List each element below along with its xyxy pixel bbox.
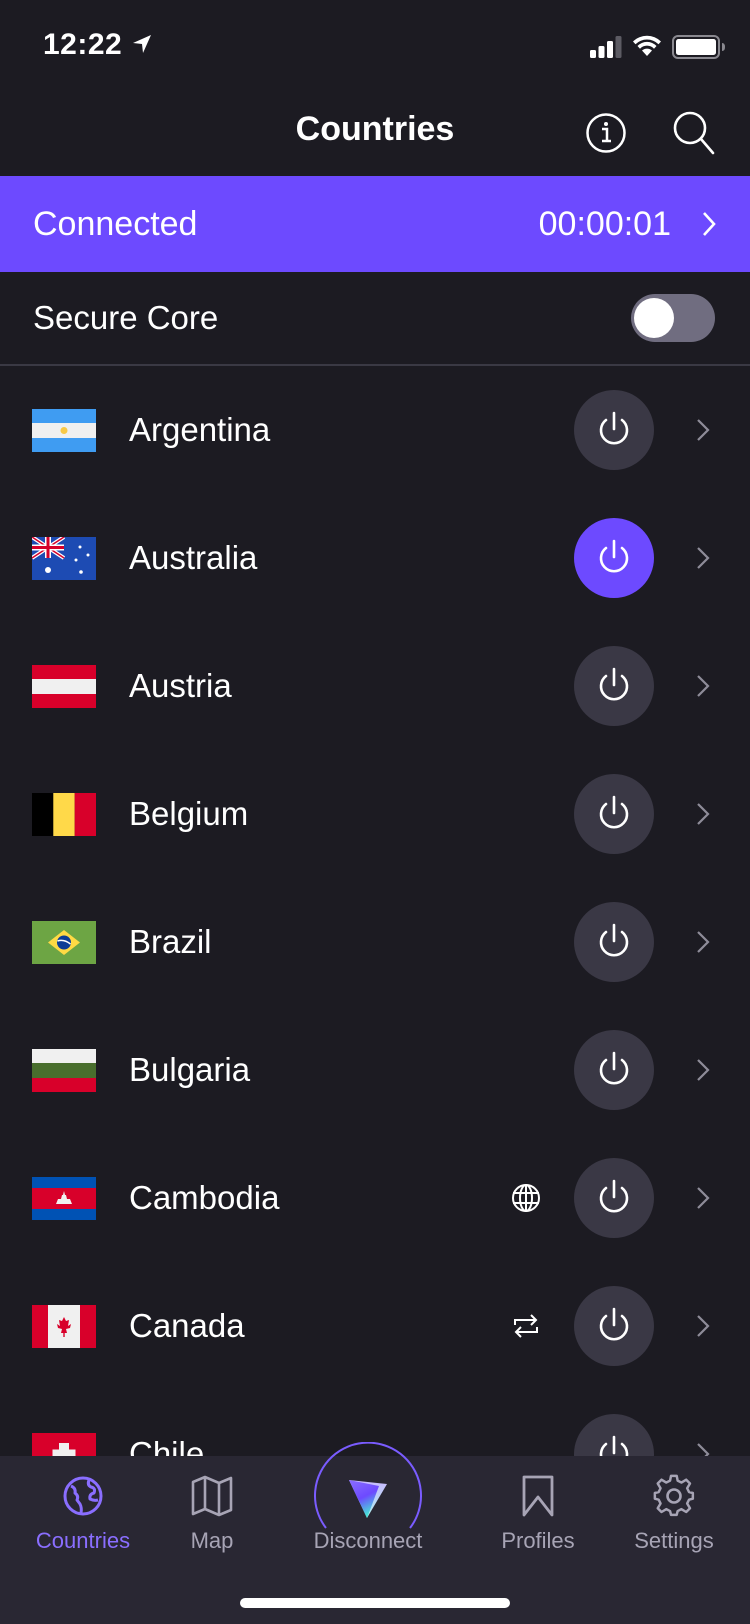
flag-argentina-icon bbox=[32, 408, 96, 452]
connect-button[interactable] bbox=[574, 902, 654, 982]
page-title: Countries bbox=[295, 110, 455, 148]
country-row-cambodia[interactable]: Cambodia bbox=[0, 1134, 750, 1262]
connect-button[interactable] bbox=[574, 1414, 654, 1456]
bookmark-icon bbox=[522, 1475, 554, 1517]
battery-icon bbox=[672, 35, 725, 59]
status-time: 12:22 bbox=[43, 28, 123, 61]
country-name: Cambodia bbox=[129, 1179, 280, 1216]
country-row-argentina[interactable]: Argentina bbox=[0, 366, 750, 494]
secure-core-label: Secure Core bbox=[33, 299, 219, 336]
tab-settings[interactable]: Settings bbox=[604, 1456, 744, 1566]
chevron-right-icon[interactable] bbox=[696, 1314, 710, 1338]
chevron-right-icon[interactable] bbox=[696, 930, 710, 954]
flag-brazil-icon bbox=[32, 920, 96, 964]
power-icon bbox=[599, 923, 629, 957]
secure-core-toggle[interactable] bbox=[631, 294, 715, 342]
chevron-right-icon[interactable] bbox=[696, 546, 710, 570]
chevron-right-icon[interactable] bbox=[696, 1442, 710, 1456]
chevron-right-icon[interactable] bbox=[696, 1186, 710, 1210]
flag-austria-icon bbox=[32, 664, 96, 708]
home-indicator bbox=[240, 1598, 510, 1608]
country-name: Belgium bbox=[129, 795, 249, 832]
search-icon[interactable] bbox=[672, 110, 716, 156]
connect-button[interactable] bbox=[574, 774, 654, 854]
power-icon bbox=[599, 1179, 629, 1213]
flag-australia-icon bbox=[32, 536, 96, 580]
p2p-arrows-icon bbox=[514, 1314, 538, 1338]
map-icon bbox=[191, 1475, 233, 1517]
connection-duration: 00:00:01 bbox=[538, 204, 671, 243]
tab-disconnect[interactable]: Disconnect bbox=[298, 1456, 438, 1566]
connect-button[interactable] bbox=[574, 646, 654, 726]
tab-map[interactable]: Map bbox=[142, 1456, 282, 1566]
chevron-right-icon bbox=[703, 212, 716, 236]
connect-button[interactable] bbox=[574, 1158, 654, 1238]
secure-core-row: Secure Core bbox=[0, 272, 750, 366]
power-icon bbox=[599, 539, 629, 573]
country-row-brazil[interactable]: Brazil bbox=[0, 878, 750, 1006]
country-list[interactable]: Argentina Australia Austria Belgium Brazil Bu… bbox=[0, 366, 750, 1456]
country-row-canada[interactable]: Canada bbox=[0, 1262, 750, 1390]
flag-red-white-cross-icon bbox=[32, 1432, 96, 1456]
connect-button[interactable] bbox=[574, 518, 654, 598]
chevron-right-icon[interactable] bbox=[696, 802, 710, 826]
gear-icon bbox=[653, 1474, 695, 1517]
connection-status-banner[interactable]: Connected 00:00:01 bbox=[0, 176, 750, 272]
navigation-bar: Countries bbox=[0, 90, 750, 176]
tab-label: Settings bbox=[634, 1528, 714, 1553]
globe-icon bbox=[63, 1476, 103, 1516]
flag-cambodia-icon bbox=[32, 1176, 96, 1220]
connection-status-label: Connected bbox=[33, 204, 198, 243]
country-name: Austria bbox=[129, 667, 232, 704]
country-name: Canada bbox=[129, 1307, 245, 1344]
flag-canada-icon bbox=[32, 1304, 96, 1348]
tab-label: Disconnect bbox=[313, 1528, 423, 1553]
tab-profiles[interactable]: Profiles bbox=[468, 1456, 608, 1566]
country-name: Australia bbox=[129, 539, 258, 576]
country-row-bulgaria[interactable]: Bulgaria bbox=[0, 1006, 750, 1134]
power-icon bbox=[599, 795, 629, 829]
power-icon bbox=[599, 1051, 629, 1085]
power-icon bbox=[599, 411, 629, 445]
power-icon bbox=[599, 1435, 629, 1456]
signal-icon bbox=[590, 36, 622, 58]
country-name: Argentina bbox=[129, 411, 271, 448]
power-icon bbox=[599, 667, 629, 701]
connect-button[interactable] bbox=[574, 390, 654, 470]
country-row-austria[interactable]: Austria bbox=[0, 622, 750, 750]
tab-label: Profiles bbox=[501, 1528, 575, 1553]
country-row-belgium[interactable]: Belgium bbox=[0, 750, 750, 878]
connect-button[interactable] bbox=[574, 1286, 654, 1366]
flag-bulgaria-icon bbox=[32, 1048, 96, 1092]
flag-belgium-icon bbox=[32, 792, 96, 836]
tab-label: Map bbox=[190, 1528, 234, 1553]
connect-button[interactable] bbox=[574, 1030, 654, 1110]
chevron-right-icon[interactable] bbox=[696, 418, 710, 442]
country-name: Bulgaria bbox=[129, 1051, 251, 1088]
tab-countries[interactable]: Countries bbox=[13, 1456, 153, 1566]
chevron-right-icon[interactable] bbox=[696, 1058, 710, 1082]
status-bar: 12:22 bbox=[0, 0, 750, 90]
globe-icon bbox=[512, 1184, 540, 1212]
country-name: Brazil bbox=[129, 923, 212, 960]
info-icon[interactable] bbox=[585, 112, 627, 154]
country-name: Chile bbox=[129, 1435, 205, 1456]
country-row-australia[interactable]: Australia bbox=[0, 494, 750, 622]
tab-label: Countries bbox=[35, 1528, 131, 1553]
wifi-icon bbox=[633, 35, 661, 56]
power-icon bbox=[599, 1307, 629, 1341]
location-arrow-icon bbox=[133, 35, 151, 53]
toggle-knob bbox=[634, 298, 674, 338]
protonvpn-logo-icon bbox=[349, 1480, 387, 1518]
tab-bar: Countries Map Disconnect Profiles Settin… bbox=[0, 1442, 750, 1624]
chevron-right-icon[interactable] bbox=[696, 674, 710, 698]
